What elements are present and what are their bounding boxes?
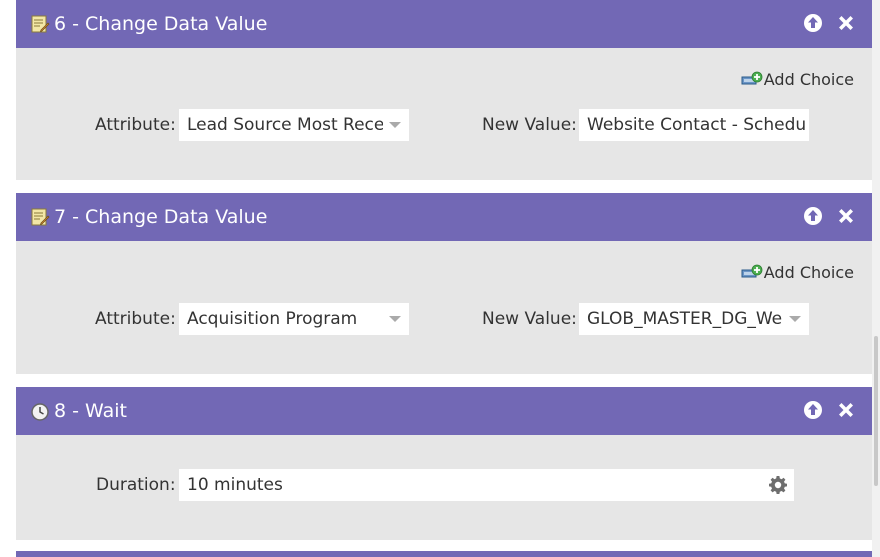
scrollbar-thumb[interactable] [874,336,878,486]
step-header: 6 - Change Data Value [16,0,872,48]
duration-input-value: 10 minutes [187,475,283,495]
flow-step-6: 6 - Change Data Value Add Choice Attribu… [16,0,872,180]
flow-canvas: 6 - Change Data Value Add Choice Attribu… [0,0,880,557]
step-title-wrap: 8 - Wait [30,387,127,435]
new-value-select[interactable]: GLOB_MASTER_DG_Wel [579,303,809,335]
step-title: 6 - Change Data Value [54,13,268,35]
chevron-down-icon [389,316,401,322]
arrow-up-circle-icon[interactable] [803,13,823,33]
chevron-down-icon [789,316,801,322]
add-choice-icon [741,71,763,84]
step-body: Add Choice Attribute: Lead Source Most R… [16,48,872,180]
vertical-scrollbar[interactable] [872,0,880,557]
clock-icon [31,403,49,421]
step-header: 8 - Wait [16,387,872,435]
header-actions [803,400,856,420]
add-choice-button[interactable]: Add Choice [741,263,854,282]
arrow-up-circle-icon[interactable] [803,400,823,420]
close-x-icon[interactable] [836,206,856,226]
attribute-select[interactable]: Lead Source Most Rece [179,109,409,141]
header-actions [803,206,856,226]
close-x-icon[interactable] [836,13,856,33]
attribute-select[interactable]: Acquisition Program [179,303,409,335]
add-choice-label: Add Choice [763,263,854,282]
arrow-up-circle-icon[interactable] [803,206,823,226]
attribute-label: Attribute: [95,115,176,135]
flow-step-9-header-partial [16,551,872,557]
attribute-select-value: Acquisition Program [187,309,358,329]
step-title-wrap: 6 - Change Data Value [30,0,267,48]
duration-input[interactable]: 10 minutes [179,469,794,501]
step-body: Duration: 10 minutes [16,435,872,540]
step-title-wrap: 7 - Change Data Value [30,193,267,241]
header-actions [803,13,856,33]
step-header: 7 - Change Data Value [16,193,872,241]
new-value-select-value: GLOB_MASTER_DG_Wel [587,309,783,329]
close-x-icon[interactable] [836,400,856,420]
new-value-input-value: Website Contact - Schedule [587,115,807,135]
new-value-label: New Value: [482,309,577,329]
edit-document-icon [31,208,50,226]
step-title: 7 - Change Data Value [54,206,268,228]
edit-document-icon [31,15,50,33]
step-body: Add Choice Attribute: Acquisition Progra… [16,241,872,374]
new-value-input[interactable]: Website Contact - Schedule [579,109,809,141]
add-choice-button[interactable]: Add Choice [741,70,854,89]
step-title: 8 - Wait [54,400,127,422]
flow-step-7: 7 - Change Data Value Add Choice Attribu… [16,193,872,374]
attribute-label: Attribute: [95,309,176,329]
chevron-down-icon [389,122,401,128]
attribute-select-value: Lead Source Most Rece [187,115,383,135]
add-choice-label: Add Choice [763,70,854,89]
flow-step-8: 8 - Wait Duration: 10 minutes [16,387,872,540]
duration-label: Duration: [96,475,176,495]
add-choice-icon [741,264,763,277]
new-value-label: New Value: [482,115,577,135]
gear-icon[interactable] [768,475,788,495]
